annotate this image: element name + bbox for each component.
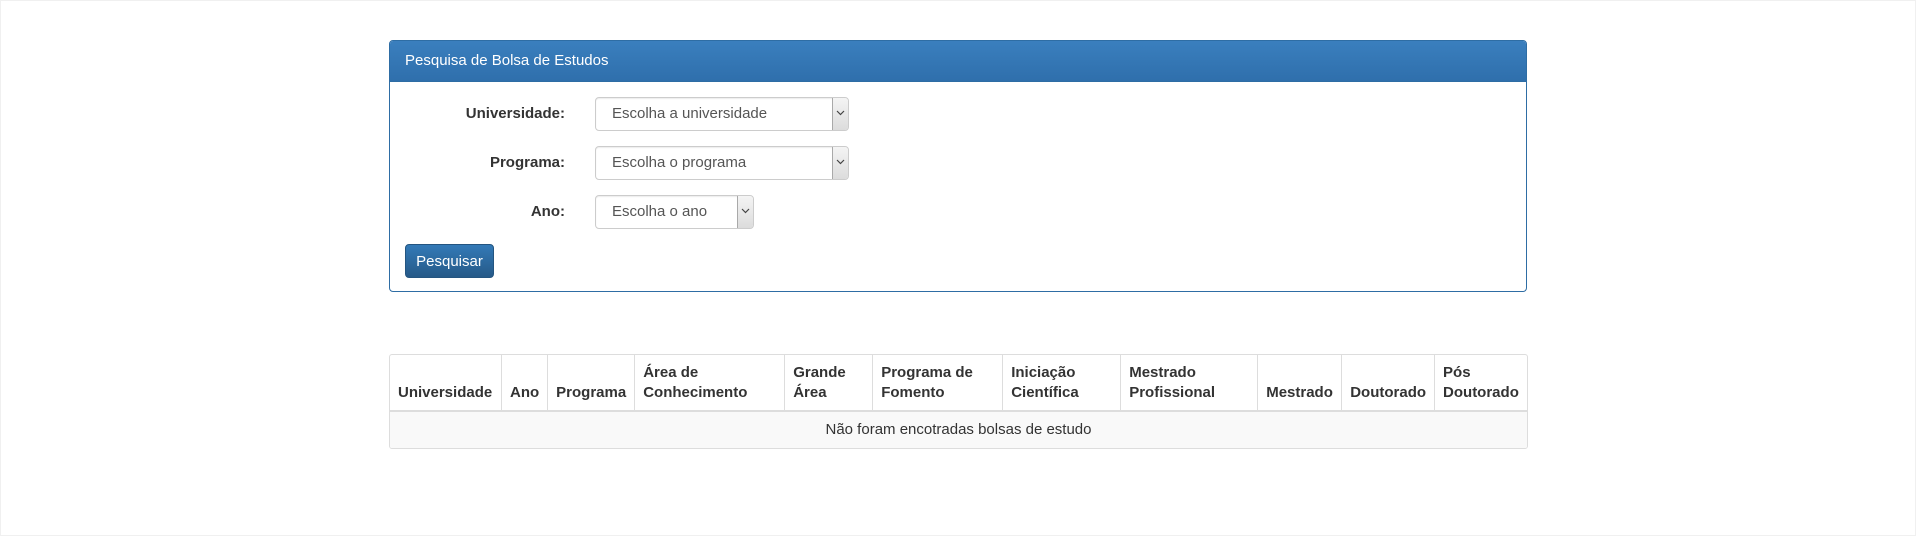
column-header-grande-area: Grande Área [784,355,874,412]
universidade-select[interactable]: Escolha a universidade [595,97,849,131]
search-panel: Pesquisa de Bolsa de Estudos Universidad… [389,40,1527,292]
table-row: Não foram encotradas bolsas de estudo [390,411,1527,448]
chevron-down-icon[interactable] [832,147,848,179]
column-header-doutorado: Doutorado [1341,355,1436,412]
table-header-row: Universidade Ano Programa Área de Conhec… [390,355,1527,412]
programa-label: Programa: [489,154,565,171]
ano-select-value: Escolha o ano [612,203,708,220]
ano-label: Ano: [530,203,565,220]
chevron-down-icon[interactable] [737,196,753,228]
column-header-ano: Ano [501,355,549,412]
column-header-iniciacao-cientifica: Iniciação Científica [1002,355,1122,412]
column-header-area-conhecimento: Área de Conhecimento [634,355,786,412]
results-table: Universidade Ano Programa Área de Conhec… [389,354,1528,449]
programa-select-value: Escolha o programa [612,154,747,171]
column-header-programa-fomento: Programa de Fomento [872,355,1004,412]
ano-select[interactable]: Escolha o ano [595,195,754,229]
panel-title: Pesquisa de Bolsa de Estudos [390,41,1526,82]
column-header-pos-doutorado: Pós Doutorado [1434,355,1527,412]
programa-row: Programa: Escolha o programa [390,146,1526,180]
pesquisar-button[interactable]: Pesquisar [405,244,494,278]
column-header-programa: Programa [547,355,636,412]
column-header-mestrado: Mestrado [1257,355,1343,412]
universidade-select-value: Escolha a universidade [612,105,768,122]
empty-results-message: Não foram encotradas bolsas de estudo [390,411,1527,448]
chevron-down-icon[interactable] [832,98,848,130]
ano-row: Ano: Escolha o ano [390,195,1526,229]
universidade-label: Universidade: [465,105,565,122]
column-header-universidade: Universidade [390,355,502,412]
column-header-mestrado-profissional: Mestrado Profissional [1120,355,1259,412]
universidade-row: Universidade: Escolha a universidade [390,97,1526,131]
programa-select[interactable]: Escolha o programa [595,146,849,180]
